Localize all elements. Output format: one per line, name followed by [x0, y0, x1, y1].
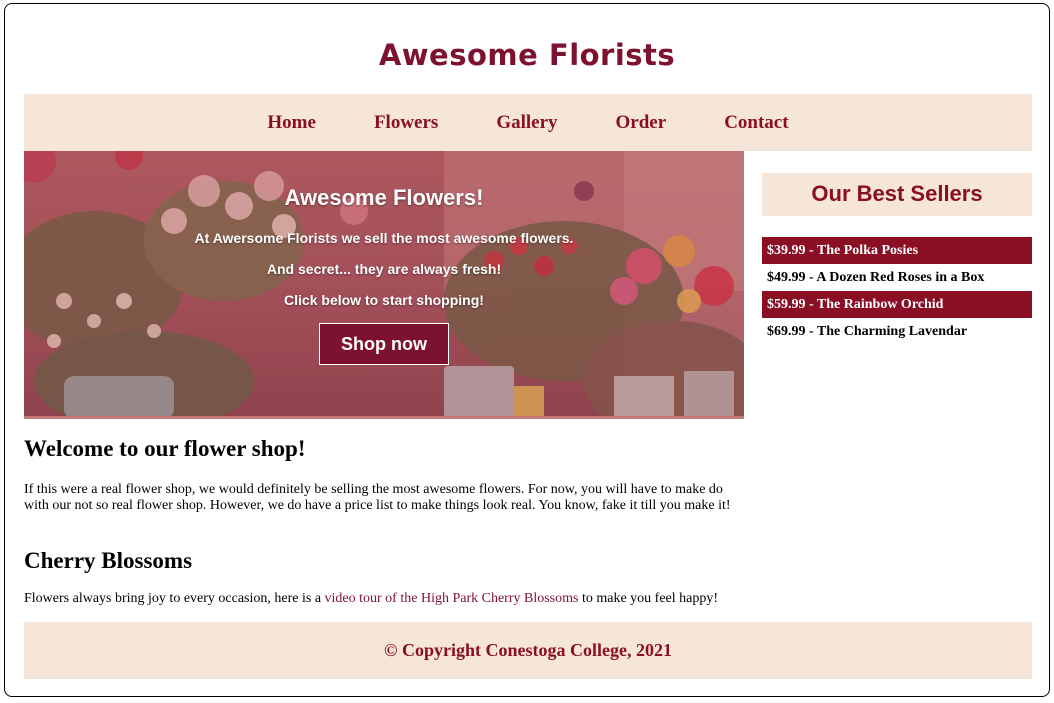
cherry-heading: Cherry Blossoms	[24, 548, 193, 573]
cherry-text-after: to make you feel happy!	[578, 591, 719, 606]
hero-line-3: Click below to start shopping!	[284, 292, 484, 308]
nav-contact[interactable]: Contact	[724, 112, 788, 134]
shop-now-button[interactable]: Shop now	[319, 323, 449, 365]
best-seller-item: $69.99 - The Charming Lavendar	[762, 318, 1032, 345]
footer-copyright: © Copyright Conestoga College, 2021	[384, 640, 672, 660]
hero-line-1: At Awersome Florists we sell the most aw…	[194, 230, 574, 246]
main-nav: Home Flowers Gallery Order Contact	[24, 94, 1032, 151]
welcome-heading: Welcome to our flower shop!	[24, 436, 306, 461]
cherry-text-before: Flowers always bring joy to every occasi…	[24, 591, 325, 606]
best-sellers-list: $39.99 - The Polka Posies $49.99 - A Doz…	[762, 237, 1032, 345]
welcome-paragraph: If this were a real flower shop, we woul…	[24, 482, 731, 513]
cherry-paragraph: Flowers always bring joy to every occasi…	[24, 591, 764, 607]
best-seller-item: $39.99 - The Polka Posies	[762, 237, 1032, 264]
best-seller-item: $59.99 - The Rainbow Orchid	[762, 291, 1032, 318]
nav-order[interactable]: Order	[616, 112, 667, 134]
hero-banner: Awesome Flowers! At Awersome Florists we…	[24, 151, 744, 419]
hero-heading: Awesome Flowers!	[284, 185, 484, 210]
nav-gallery[interactable]: Gallery	[496, 112, 557, 134]
nav-home[interactable]: Home	[267, 112, 316, 134]
site-title: Awesome Florists	[378, 38, 676, 72]
cherry-video-link[interactable]: video tour of the High Park Cherry Bloss…	[325, 591, 579, 606]
best-sellers-title: Our Best Sellers	[762, 173, 1032, 216]
nav-flowers[interactable]: Flowers	[374, 112, 438, 134]
best-seller-item: $49.99 - A Dozen Red Roses in a Box	[762, 264, 1032, 291]
footer: © Copyright Conestoga College, 2021	[24, 622, 1032, 679]
best-sellers-sidebar: Our Best Sellers $39.99 - The Polka Posi…	[762, 173, 1032, 345]
hero-line-2: And secret... they are always fresh!	[266, 261, 502, 277]
